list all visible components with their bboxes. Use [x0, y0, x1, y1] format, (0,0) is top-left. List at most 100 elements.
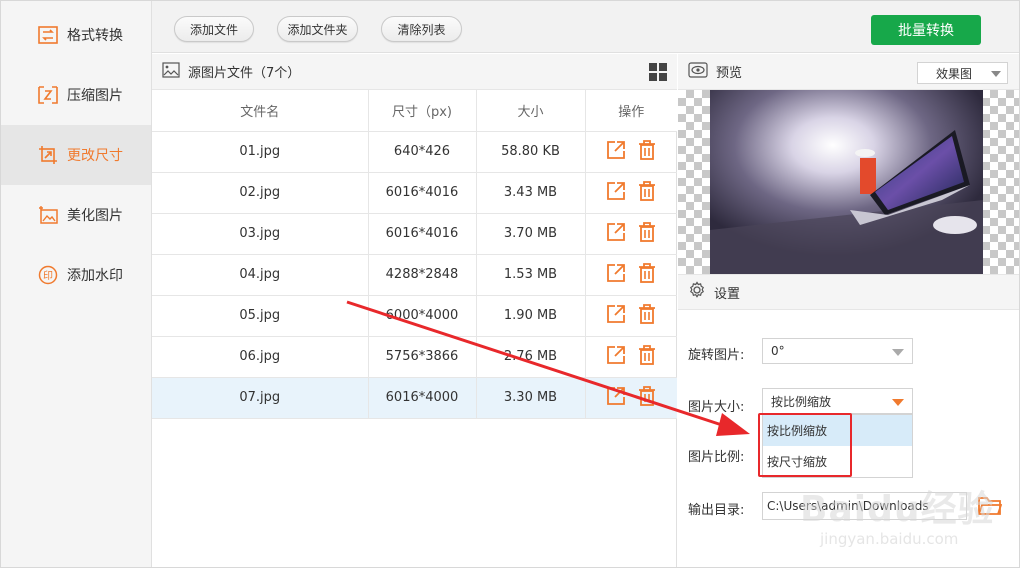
sidebar: 格式转换 压缩图片 更改尺寸 美化图片 印 添加水印: [1, 1, 152, 567]
sidebar-item-label: 添加水印: [67, 268, 123, 284]
open-external-icon[interactable]: [606, 222, 626, 246]
chevron-down-icon: [892, 349, 904, 356]
image-icon: [162, 61, 180, 82]
cell-filename: 04.jpg: [152, 254, 369, 296]
cell-filename: 01.jpg: [152, 131, 369, 173]
table-row[interactable]: 01.jpg 640*426 58.80 KB: [152, 131, 677, 173]
app-window: 格式转换 压缩图片 更改尺寸 美化图片 印 添加水印 添加文件 添加文件夹 清除…: [0, 0, 1020, 568]
table-header-row: 文件名 尺寸（px) 大小 操作: [152, 90, 677, 132]
image-size-value: 按比例缩放: [771, 394, 832, 409]
open-external-icon[interactable]: [606, 345, 626, 369]
open-external-icon[interactable]: [606, 386, 626, 410]
add-file-button[interactable]: 添加文件: [174, 16, 254, 42]
cell-dimensions: 6000*4000: [368, 295, 477, 337]
sidebar-item-compress[interactable]: 压缩图片: [1, 65, 151, 125]
cell-filename: 03.jpg: [152, 213, 369, 255]
file-list-title: 源图片文件（7个）: [188, 66, 301, 81]
batch-convert-button[interactable]: 批量转换: [871, 15, 981, 45]
cell-actions: [585, 172, 677, 214]
sidebar-item-format-convert[interactable]: 格式转换: [1, 5, 151, 65]
cell-actions: [585, 295, 677, 337]
cell-dimensions: 6016*4000: [368, 377, 477, 419]
cell-size: 3.43 MB: [476, 172, 586, 214]
delete-icon[interactable]: [638, 180, 656, 205]
cell-filename: 05.jpg: [152, 295, 369, 337]
grid-view-icon[interactable]: [649, 63, 667, 81]
preview-panel: 预览 效果图: [678, 54, 1019, 284]
cell-actions: [585, 131, 677, 173]
table-row[interactable]: 03.jpg 6016*4016 3.70 MB: [152, 213, 677, 255]
table-row[interactable]: 06.jpg 5756*3866 2.76 MB: [152, 336, 677, 378]
column-header-actions: 操作: [585, 90, 677, 132]
table-row[interactable]: 05.jpg 6000*4000 1.90 MB: [152, 295, 677, 337]
compress-icon: [38, 85, 58, 105]
sidebar-item-beautify[interactable]: 美化图片: [1, 185, 151, 245]
preview-header: 预览 效果图: [678, 54, 1019, 90]
output-path-field[interactable]: C:\Users\admin\Downloads: [762, 492, 967, 520]
chevron-down-icon: [991, 71, 1001, 77]
table-row[interactable]: 04.jpg 4288*2848 1.53 MB: [152, 254, 677, 296]
sidebar-item-label: 压缩图片: [67, 88, 123, 104]
cell-filename: 07.jpg: [152, 377, 369, 419]
sidebar-item-label: 美化图片: [67, 208, 123, 224]
folder-icon[interactable]: [978, 494, 1003, 516]
delete-icon[interactable]: [638, 385, 656, 410]
cell-actions: [585, 377, 677, 419]
gear-icon: [688, 281, 706, 303]
delete-icon[interactable]: [638, 139, 656, 164]
cell-dimensions: 6016*4016: [368, 172, 477, 214]
beautify-icon: [38, 205, 58, 225]
table-row[interactable]: 07.jpg 6016*4000 3.30 MB: [152, 377, 677, 419]
delete-icon[interactable]: [638, 262, 656, 287]
cell-filename: 06.jpg: [152, 336, 369, 378]
cell-size: 3.30 MB: [476, 377, 586, 419]
sidebar-item-watermark[interactable]: 印 添加水印: [1, 245, 151, 305]
format-convert-icon: [38, 25, 58, 45]
open-external-icon[interactable]: [606, 181, 626, 205]
column-header-size: 大小: [476, 90, 586, 132]
cell-size: 3.70 MB: [476, 213, 586, 255]
table-row[interactable]: 02.jpg 6016*4016 3.43 MB: [152, 172, 677, 214]
file-table: 文件名 尺寸（px) 大小 操作 01.jpg 640*426 58.80 KB 02…: [152, 90, 677, 419]
rotate-value: 0°: [771, 344, 785, 358]
column-header-dimensions: 尺寸（px): [368, 90, 477, 132]
image-size-select[interactable]: 按比例缩放: [762, 388, 913, 414]
file-list-panel: 源图片文件（7个） 文件名 尺寸（px) 大小 操作 01.jpg 640*426…: [152, 54, 677, 567]
cell-actions: [585, 213, 677, 255]
clear-list-button[interactable]: 清除列表: [381, 16, 462, 42]
rotate-select[interactable]: 0°: [762, 338, 913, 364]
cell-dimensions: 640*426: [368, 131, 477, 173]
cell-actions: [585, 254, 677, 296]
resize-icon: [38, 145, 58, 165]
file-list-header: 源图片文件（7个）: [152, 54, 677, 90]
image-size-label: 图片大小:: [688, 400, 745, 415]
open-external-icon[interactable]: [606, 304, 626, 328]
cell-size: 58.80 KB: [476, 131, 586, 173]
sidebar-item-resize[interactable]: 更改尺寸: [1, 125, 151, 185]
cell-size: 2.76 MB: [476, 336, 586, 378]
settings-header: 设置: [678, 274, 1019, 310]
preview-title: 预览: [716, 66, 743, 81]
toolbar: 添加文件 添加文件夹 清除列表 批量转换: [152, 1, 1019, 53]
svg-text:印: 印: [43, 270, 53, 282]
output-dir-label: 输出目录:: [688, 503, 745, 518]
delete-icon[interactable]: [638, 221, 656, 246]
open-external-icon[interactable]: [606, 140, 626, 164]
delete-icon[interactable]: [638, 344, 656, 369]
preview-photo: [710, 90, 983, 274]
cell-size: 1.53 MB: [476, 254, 586, 296]
image-ratio-label: 图片比例:: [688, 450, 745, 465]
cell-filename: 02.jpg: [152, 172, 369, 214]
watermark-icon: 印: [38, 265, 58, 285]
cell-size: 1.90 MB: [476, 295, 586, 337]
annotation-highlight-box: [758, 413, 852, 477]
sidebar-item-label: 更改尺寸: [67, 148, 123, 164]
preview-mode-select[interactable]: 效果图: [917, 62, 1008, 84]
cell-actions: [585, 336, 677, 378]
cell-dimensions: 5756*3866: [368, 336, 477, 378]
add-folder-button[interactable]: 添加文件夹: [277, 16, 358, 42]
delete-icon[interactable]: [638, 303, 656, 328]
column-header-filename: 文件名: [152, 90, 369, 132]
settings-title: 设置: [714, 286, 741, 302]
open-external-icon[interactable]: [606, 263, 626, 287]
